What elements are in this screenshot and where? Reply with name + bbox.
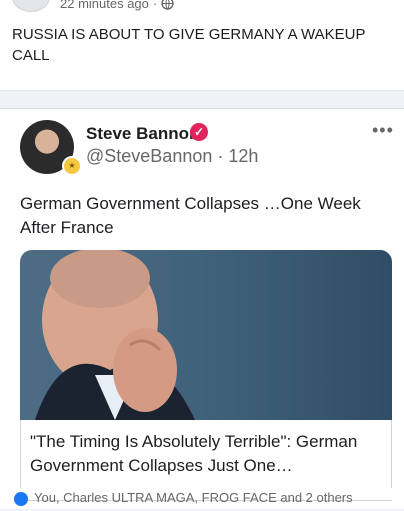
- author-name[interactable]: Steve Bannon: [86, 124, 199, 144]
- article-headline[interactable]: "The Timing Is Absolutely Terrible": Ger…: [30, 430, 385, 478]
- like-icon: [14, 492, 28, 506]
- post-header: 22 minutes ago ·: [0, 0, 404, 14]
- handle-text: @SteveBannon: [86, 146, 213, 166]
- separator-dot: ·: [152, 0, 158, 11]
- badge-icon: ★: [62, 156, 82, 176]
- author-handle: @SteveBannon · 12h: [86, 146, 258, 167]
- globe-icon: [161, 0, 174, 13]
- poster-avatar[interactable]: [12, 0, 50, 12]
- reaction-summary[interactable]: You, Charles ULTRA MAGA, FROG FACE and 2…: [34, 490, 353, 505]
- post-text: RUSSIA IS ABOUT TO GIVE GERMANY A WAKEUP…: [12, 26, 366, 64]
- tweet-text: German Government Collapses …One Week Af…: [20, 194, 361, 237]
- post-age: · 12h: [217, 146, 259, 166]
- more-options-icon[interactable]: •••: [372, 120, 394, 141]
- article-photo[interactable]: [20, 250, 392, 420]
- verified-badge-icon: ✓: [190, 123, 208, 141]
- post-time[interactable]: 22 minutes ago: [60, 0, 149, 11]
- post-meta: 22 minutes ago ·: [60, 0, 174, 13]
